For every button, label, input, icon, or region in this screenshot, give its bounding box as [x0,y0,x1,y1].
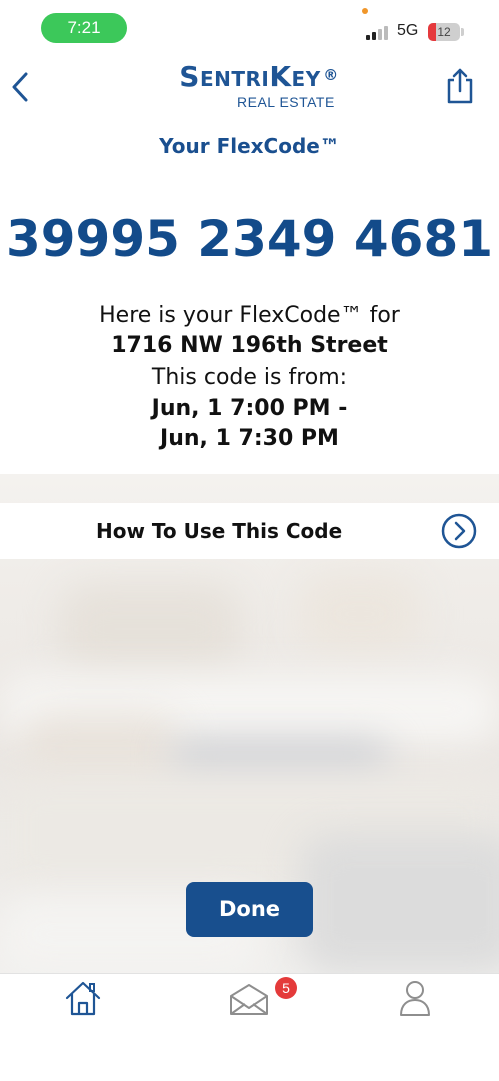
tab-messages[interactable] [228,982,270,1016]
tab-profile[interactable] [398,978,432,1018]
code-range-label: This code is from: [151,365,348,390]
brand-subtitle: REAL ESTATE [237,94,335,110]
mail-icon [230,984,268,1015]
code-end-time: Jun, 1 7:30 PM [160,426,339,451]
brand-registered-mark: ® [323,66,339,84]
flexcode-intro: Here is your FlexCode™ for [99,303,400,328]
flexcode-value: 39995 2349 4681 [5,210,494,268]
home-icon [65,981,101,1016]
done-button[interactable]: Done [186,882,313,937]
battery-tip [461,28,464,36]
how-to-use-row[interactable]: How To Use This Code [0,503,499,559]
profile-icon [400,981,430,1016]
flexcode-title: Your FlexCode™ [159,134,340,158]
privacy-indicator-dot [362,8,368,14]
property-address: 1716 NW 196th Street [111,333,388,358]
chevron-right-circle-icon[interactable] [441,513,477,549]
status-time: 7:21 [41,13,127,43]
battery-level: 12 [437,25,451,39]
share-icon [447,68,473,104]
tab-home[interactable] [64,978,102,1018]
messages-badge: 5 [275,977,297,999]
brand-name-text: SentriKey [179,60,321,93]
network-type: 5G [397,22,419,39]
share-button[interactable] [444,66,476,106]
brand-logo: SentriKey ® REAL ESTATE [150,60,350,112]
chevron-left-icon [12,72,28,102]
back-button[interactable] [8,68,32,106]
brand-name: SentriKey ® [179,60,338,94]
how-to-use-label: How To Use This Code [96,519,343,543]
signal-icon [366,26,392,40]
code-start-time: Jun, 1 7:00 PM - [151,396,348,421]
battery-icon: 12 [428,23,460,41]
